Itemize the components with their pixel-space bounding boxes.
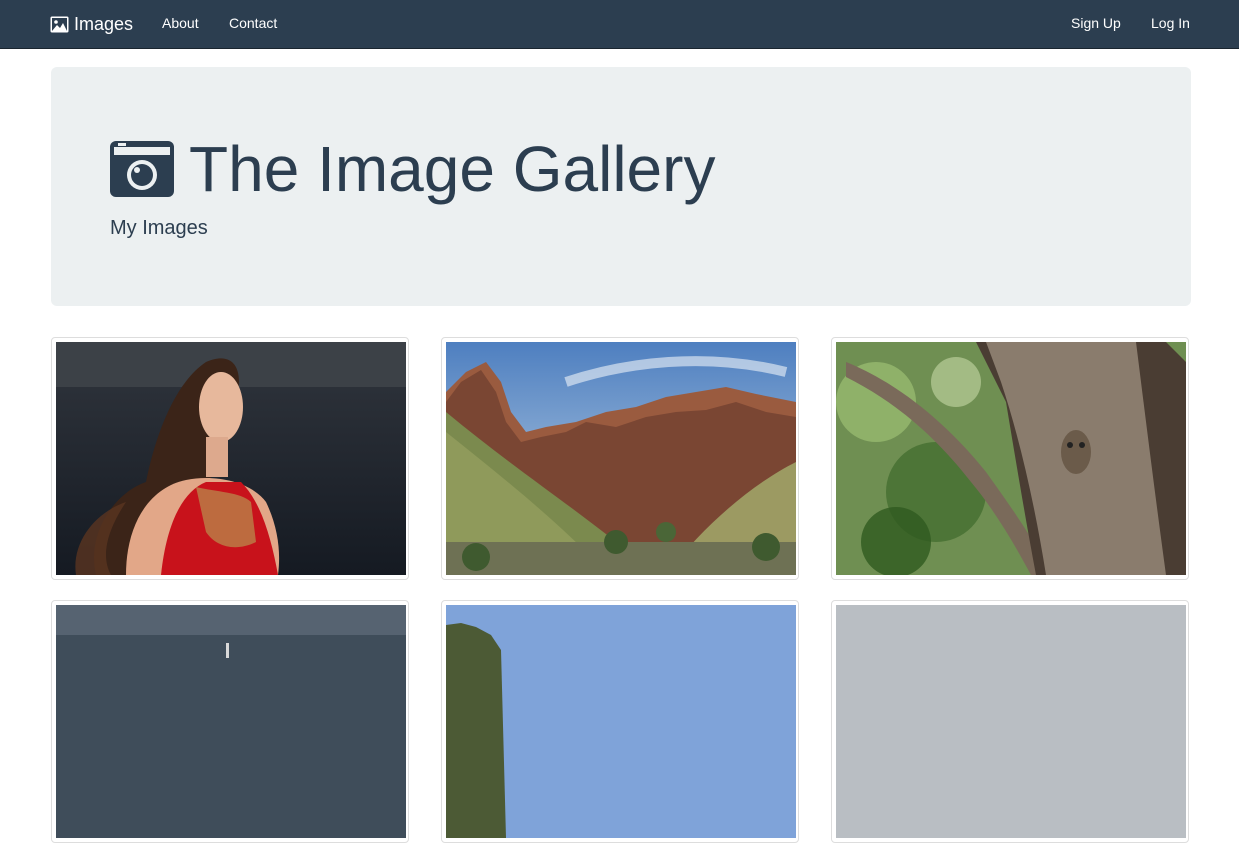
nav-link-about[interactable]: About xyxy=(162,15,199,31)
gallery-thumbnail-lighthouse[interactable] xyxy=(51,600,409,843)
page-subtitle: My Images xyxy=(110,217,208,239)
woman-photo-image xyxy=(56,342,406,575)
gallery-thumbnail-hill[interactable] xyxy=(441,600,799,843)
canyon-photo-image xyxy=(446,342,796,575)
page-title-text: The Image Gallery xyxy=(189,133,716,205)
gallery-thumbnail-grey-sky[interactable] xyxy=(831,600,1189,843)
jumbotron: The Image Gallery My Images xyxy=(51,67,1191,306)
page-title: The Image Gallery xyxy=(110,137,715,201)
gallery-thumbnail-owl[interactable] xyxy=(831,337,1189,580)
nav-link-log-in[interactable]: Log In xyxy=(1151,15,1190,31)
nav-link-contact[interactable]: Contact xyxy=(229,15,277,31)
hill-photo-image xyxy=(446,605,796,838)
lighthouse-photo-image xyxy=(56,605,406,838)
owl-photo-image xyxy=(836,342,1186,575)
brand-label: Images xyxy=(74,13,134,34)
navbar-brand[interactable]: Images xyxy=(50,12,133,36)
nav-link-sign-up[interactable]: Sign Up xyxy=(1071,15,1121,31)
camera-icon xyxy=(110,141,174,197)
gallery-thumbnail-woman[interactable] xyxy=(51,337,409,580)
gallery-thumbnail-canyon[interactable] xyxy=(441,337,799,580)
grey-sky-photo-image xyxy=(836,605,1186,838)
image-icon xyxy=(50,16,69,32)
navbar: Images About Contact Sign Up Log In xyxy=(0,0,1239,49)
